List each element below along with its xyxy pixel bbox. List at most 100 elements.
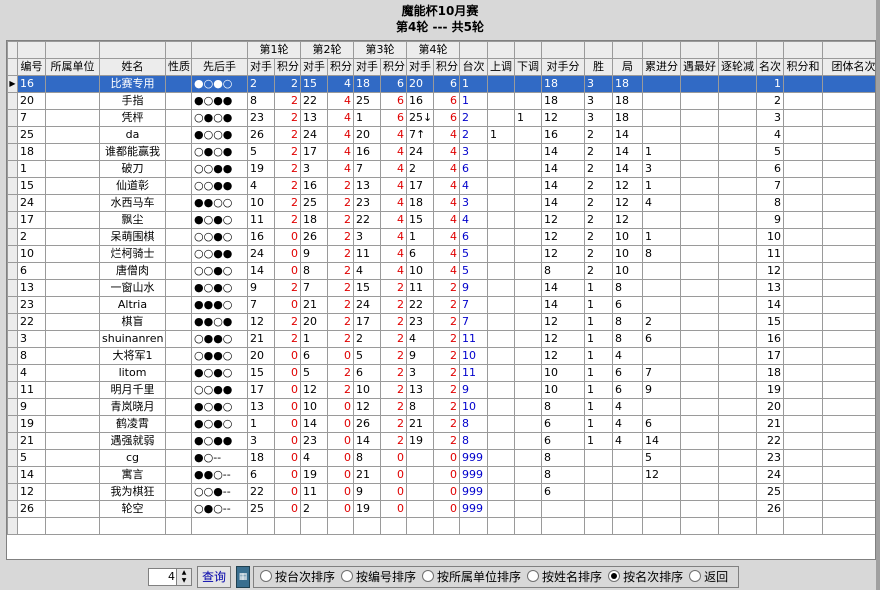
row-indicator	[7, 381, 18, 399]
table-row[interactable]: 8 大将军1 ○●●○ 20 0 6 0 5 2 9 2 10 12 1 4 17	[7, 347, 875, 365]
cell-r2o: 3	[300, 160, 328, 178]
table-row[interactable]: 6 唐僧肉 ○○●○ 14 0 8 2 4 4 10 4 5 8 2 10 12	[7, 262, 875, 280]
column-header[interactable]: 遇最好	[680, 58, 719, 76]
column-header[interactable]: 积分和	[783, 58, 823, 76]
table-row[interactable]: 15 仙道彰 ○○●● 4 2 16 2 13 4 17 4 4 14 2 12 1 7	[7, 177, 875, 195]
table-row[interactable]: 17 飘尘 ●○●○ 11 2 18 2 22 4 15 4 4 12 2 12 9	[7, 211, 875, 229]
column-header[interactable]: 台次	[459, 58, 488, 76]
table-row[interactable]: 3 shuinanren ○●●○ 21 2 1 2 2 2 4 2 11 12 1 8 6 16	[7, 330, 875, 348]
radio-icon[interactable]	[422, 570, 435, 582]
cell-down	[514, 160, 542, 178]
standings-grid[interactable]: 第1轮 第2轮 第3轮 第4轮 编号 所属单位 姓名 性质 先后手 对手 积分 对手 积分 对手积…	[6, 40, 876, 560]
table-row[interactable]: 26 轮空 ○●○-- 25 0 2 0 19 0 0 999 26	[7, 500, 875, 518]
table-row[interactable]: 14 寓言 ●●○-- 6 0 19 0 21 0 0 999 8 12 24	[7, 466, 875, 484]
column-header[interactable]: 对手	[406, 58, 434, 76]
cell-r2o: 13	[300, 109, 328, 127]
column-header[interactable]: 累进分	[642, 58, 681, 76]
table-row[interactable]: 19 鹤凌霄 ●○●○ 1 0 14 0 26 2 21 2 8 6 1 4 6 21	[7, 415, 875, 433]
cell-up	[487, 75, 515, 93]
sort-option-label: 按台次排序	[275, 570, 336, 584]
column-header[interactable]: 胜	[584, 58, 613, 76]
column-header[interactable]: 积分	[327, 58, 354, 76]
round-spinner[interactable]: 4 ▲ ▼	[148, 568, 192, 586]
cell-sum	[783, 194, 823, 212]
export-icon[interactable]: ▦	[236, 566, 250, 588]
sort-option[interactable]: 按名次排序	[608, 567, 683, 587]
radio-icon[interactable]	[341, 570, 354, 582]
radio-icon[interactable]	[260, 570, 272, 582]
row-indicator	[7, 143, 18, 161]
radio-icon[interactable]	[608, 570, 621, 582]
table-row[interactable]: 7 凭枰 ○●○● 23 2 13 4 1 6 25↓ 6 2 1 12 3 18 3	[7, 109, 875, 127]
cell-name: 一窗山水	[99, 279, 166, 297]
column-header[interactable]: 对手	[247, 58, 275, 76]
cell-dec	[718, 313, 757, 331]
round-3-header: 第3轮	[353, 41, 407, 59]
table-row[interactable]: 1 破刀 ○○●● 19 2 3 4 7 4 2 4 6 14 2 14 3 6	[7, 160, 875, 178]
column-header[interactable]: 编号	[17, 58, 46, 76]
radio-icon[interactable]	[689, 570, 702, 582]
sort-option[interactable]: 按编号排序	[341, 567, 416, 587]
column-header[interactable]: 性质	[165, 58, 192, 76]
sort-option[interactable]: 按所属单位排序	[422, 567, 521, 587]
spinner-arrows-icon[interactable]: ▲ ▼	[176, 569, 191, 585]
sort-option[interactable]: 按姓名排序	[527, 567, 602, 587]
table-row[interactable]: 22 棋盲 ●●○● 12 2 20 2 17 2 23 2 7 12 1 8 2 15	[7, 313, 875, 331]
column-header[interactable]: 上调	[487, 58, 515, 76]
cell-id: 21	[17, 432, 46, 450]
radio-icon[interactable]	[527, 570, 540, 582]
cell-ju: 6	[612, 381, 643, 399]
cell-r1o: 14	[247, 262, 275, 280]
column-header[interactable]: 积分	[274, 58, 301, 76]
table-row[interactable]: 5 cg ●○-- 18 0 4 0 8 0 0 999 8 5 23	[7, 449, 875, 467]
cell-name: cg	[99, 449, 166, 467]
table-row[interactable]: ▶ 16 比赛专用 ●○●○ 2 2 15 4 18 6 20 6 1 18 3 18 1	[7, 75, 875, 93]
cell-up	[487, 432, 515, 450]
column-header[interactable]: 对手	[300, 58, 328, 76]
cell-dec	[718, 75, 757, 93]
column-header[interactable]: 积分	[433, 58, 460, 76]
column-header[interactable]: 所属单位	[45, 58, 100, 76]
column-header[interactable]: 对手分	[541, 58, 585, 76]
cell-r2s: 0	[327, 398, 354, 416]
cell-dec	[718, 500, 757, 518]
table-row[interactable]: 25 da ●○○● 26 2 24 4 20 4 7↑ 4 2 1 16 2 14 4	[7, 126, 875, 144]
cell-name: 青岚晓月	[99, 398, 166, 416]
table-row[interactable]: 12 我为棋狂 ○○●-- 22 0 11 0 9 0 0 999 6 25	[7, 483, 875, 501]
cell-acc	[642, 126, 681, 144]
cell-ju: 6	[612, 364, 643, 382]
column-header[interactable]: 姓名	[99, 58, 166, 76]
table-row[interactable]: 24 水西马车 ●●○○ 10 2 25 2 23 4 18 4 3 14 2 12 4 8	[7, 194, 875, 212]
column-header[interactable]: 对手	[353, 58, 381, 76]
column-header[interactable]: 下调	[514, 58, 542, 76]
column-header[interactable]: 团体名次	[822, 58, 875, 76]
table-row[interactable]: 9 青岚晓月 ●○●○ 13 0 10 0 12 2 8 2 10 8 1 4 20	[7, 398, 875, 416]
column-header[interactable]: 积分	[380, 58, 407, 76]
table-row[interactable]: 18 谁都能赢我 ○●○● 5 2 17 4 16 4 24 4 3 14 2 14 1 5	[7, 143, 875, 161]
table-row[interactable]: 23 Altria ●●●○ 7 0 21 2 24 2 22 2 7 14 1 6 14	[7, 296, 875, 314]
cell-id: 13	[17, 279, 46, 297]
cell-r2o: 24	[300, 126, 328, 144]
query-button[interactable]: 查询	[197, 566, 231, 588]
column-header[interactable]: 局	[612, 58, 643, 76]
cell-team	[822, 500, 875, 518]
table-row[interactable]: 20 手指 ●○●● 8 2 22 4 25 6 16 6 1 18 3 18 2	[7, 92, 875, 110]
sort-option[interactable]: 返回	[689, 567, 728, 587]
table-row[interactable]: 4 litom ●○●○ 15 0 5 2 6 2 3 2 11 10 1 6 7 18	[7, 364, 875, 382]
cell-win: 3	[584, 92, 613, 110]
table-row[interactable]: 10 烂柯骑士 ○○●● 24 0 9 2 11 4 6 4 5 12 2 10 8 11	[7, 245, 875, 263]
column-header[interactable]: 名次	[756, 58, 784, 76]
table-row[interactable]: 21 遇强就弱 ●○●● 3 0 23 0 14 2 19 2 8 6 1 4 14 22	[7, 432, 875, 450]
cell-ju: 10	[612, 228, 643, 246]
cell-sum	[783, 92, 823, 110]
table-row[interactable]: 13 一窗山水 ●○●○ 9 2 7 2 15 2 11 2 9 14 1 8 13	[7, 279, 875, 297]
sort-option-label: 返回	[704, 570, 729, 584]
cell-sum	[783, 466, 823, 484]
table-row[interactable]: 11 明月千里 ○○●● 17 0 12 2 10 2 13 2 9 10 1 6 9 19	[7, 381, 875, 399]
cell-r3o: 13	[353, 177, 381, 195]
sort-option[interactable]: 按台次排序	[260, 567, 335, 587]
cell-dec	[718, 143, 757, 161]
column-header[interactable]: 先后手	[191, 58, 248, 76]
column-header[interactable]: 逐轮减	[718, 58, 757, 76]
table-row[interactable]: 2 呆萌围棋 ○○●○ 16 0 26 2 3 4 1 4 6 12 2 10 1 10	[7, 228, 875, 246]
